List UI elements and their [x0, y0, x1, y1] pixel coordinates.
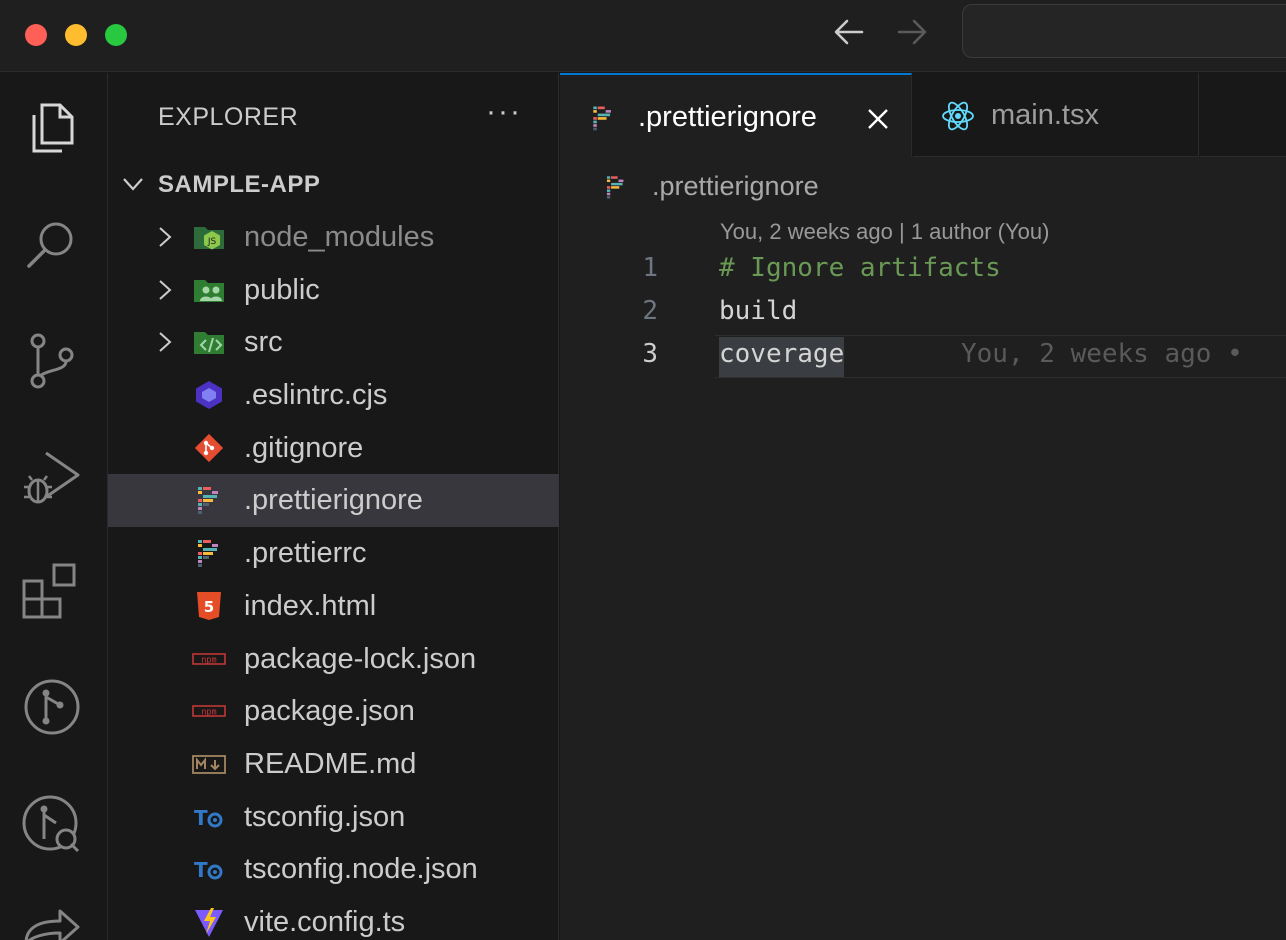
tree-item-eslintrc[interactable]: .eslintrc.cjs	[108, 369, 559, 422]
svg-text:npm: npm	[201, 655, 216, 665]
inline-blame: You, 2 weeks ago •	[961, 339, 1243, 369]
tree-item-prettierignore[interactable]: .prettierignore	[108, 474, 559, 528]
vite-icon	[192, 906, 226, 938]
markdown-icon	[192, 748, 226, 780]
svg-text:5: 5	[204, 598, 214, 616]
timeline-icon[interactable]	[20, 793, 84, 857]
eslint-icon	[192, 379, 226, 411]
node-folder-icon: JS	[192, 221, 226, 253]
more-actions-button[interactable]: ···	[486, 95, 522, 129]
public-folder-icon	[192, 274, 226, 306]
npm-icon: npm	[192, 643, 226, 675]
maximize-window-button[interactable]	[105, 24, 127, 46]
tab-label: .prettierignore	[638, 101, 817, 133]
tree-item-vite-config[interactable]: vite.config.ts	[108, 896, 559, 940]
chevron-down-icon	[123, 178, 143, 191]
breadcrumb-file[interactable]: .prettierignore	[652, 171, 819, 202]
source-control-icon[interactable]	[20, 329, 84, 393]
close-icon[interactable]	[864, 105, 892, 133]
tree-item-label: package.json	[244, 695, 415, 728]
prettier-icon	[588, 101, 618, 135]
tree-item-label: package-lock.json	[244, 642, 477, 675]
tree-item-label: .eslintrc.cjs	[244, 379, 388, 412]
tree-item-package-lock[interactable]: npm package-lock.json	[108, 633, 559, 686]
tree-item-label: index.html	[244, 589, 377, 622]
tab-main-tsx[interactable]: main.tsx	[913, 73, 1199, 157]
tree-item-tsconfig-node[interactable]: T tsconfig.node.json	[108, 843, 559, 896]
tree-item-label: vite.config.ts	[244, 905, 406, 938]
line-number: 1	[642, 253, 658, 283]
src-folder-icon	[192, 326, 226, 358]
tree-item-tsconfig[interactable]: T tsconfig.json	[108, 791, 559, 844]
prettier-icon	[192, 537, 226, 569]
editor-tabs: .prettierignore main.tsx	[560, 73, 1286, 157]
git-graph-icon[interactable]	[20, 675, 84, 739]
tree-item-label: tsconfig.node.json	[244, 853, 478, 886]
file-tree: JS node_modules public src .eslintrc.cjs	[108, 211, 559, 940]
minimize-window-button[interactable]	[65, 24, 87, 46]
command-center-search[interactable]	[962, 4, 1286, 58]
tree-item-label: public	[244, 273, 320, 306]
chevron-right-icon	[159, 227, 172, 247]
tree-item-index-html[interactable]: 5 index.html	[108, 580, 559, 633]
svg-text:T: T	[194, 858, 208, 882]
tree-item-src[interactable]: src	[108, 316, 559, 369]
arrow-right-icon[interactable]	[895, 14, 929, 50]
chevron-right-icon	[159, 279, 172, 300]
editor-area: .prettierignore main.tsx .prettierignore…	[560, 73, 1286, 940]
svg-text:T: T	[194, 806, 208, 830]
line-number: 2	[642, 296, 658, 326]
tree-item-readme[interactable]: README.md	[108, 738, 559, 791]
tree-item-node-modules[interactable]: JS node_modules	[108, 211, 559, 264]
workspace-root-folder[interactable]: SAMPLE-APP	[108, 165, 559, 205]
prettier-icon	[602, 171, 630, 203]
git-blame-codelens[interactable]: You, 2 weeks ago | 1 author (You)	[720, 219, 1049, 245]
react-icon	[941, 99, 974, 133]
prettier-icon	[192, 484, 226, 516]
search-icon[interactable]	[20, 211, 84, 275]
code-text: # Ignore artifacts	[719, 253, 1001, 283]
tsconfig-icon: T	[192, 853, 226, 885]
tree-item-gitignore[interactable]: .gitignore	[108, 422, 559, 475]
tree-item-label: README.md	[244, 747, 417, 780]
explorer-sidebar: EXPLORER ··· SAMPLE-APP JS node_modules …	[108, 73, 559, 940]
explorer-title: EXPLORER	[158, 103, 299, 131]
tsconfig-icon: T	[192, 801, 226, 833]
npm-icon: npm	[192, 695, 226, 727]
run-debug-icon[interactable]	[20, 447, 84, 511]
workspace-root-label: SAMPLE-APP	[158, 171, 321, 198]
svg-text:JS: JS	[207, 237, 217, 247]
explorer-icon[interactable]	[20, 93, 84, 157]
line-number: 3	[642, 339, 658, 369]
tree-item-label: tsconfig.json	[244, 800, 406, 833]
tree-item-label: src	[244, 326, 283, 359]
extensions-icon[interactable]	[20, 559, 84, 623]
arrow-left-icon[interactable]	[832, 14, 866, 50]
tree-item-prettierrc[interactable]: .prettierrc	[108, 527, 559, 580]
tree-item-label: .prettierignore	[244, 484, 423, 517]
git-icon	[192, 432, 226, 464]
tab-prettierignore[interactable]: .prettierignore	[560, 73, 912, 157]
tree-item-public[interactable]: public	[108, 264, 559, 317]
code-line[interactable]: 1 # Ignore artifacts	[560, 249, 1286, 292]
close-window-button[interactable]	[25, 24, 47, 46]
activity-bar	[0, 73, 108, 940]
code-text: coverage	[719, 337, 845, 377]
code-line-current[interactable]: 3 coverage You, 2 weeks ago •	[560, 335, 1286, 378]
code-text: build	[719, 296, 798, 326]
tree-item-label: .prettierrc	[244, 537, 367, 570]
tab-label: main.tsx	[991, 99, 1099, 131]
svg-text:npm: npm	[201, 708, 216, 718]
html5-icon: 5	[192, 590, 226, 622]
tree-item-label: node_modules	[244, 221, 435, 253]
tree-item-label: .gitignore	[244, 431, 364, 464]
title-bar	[0, 0, 1286, 72]
chevron-right-icon	[159, 332, 172, 353]
code-editor[interactable]: 1 # Ignore artifacts 2 build 3 coverage …	[560, 249, 1286, 378]
remote-icon[interactable]	[20, 903, 84, 940]
code-line[interactable]: 2 build	[560, 292, 1286, 335]
tree-item-package-json[interactable]: npm package.json	[108, 685, 559, 738]
